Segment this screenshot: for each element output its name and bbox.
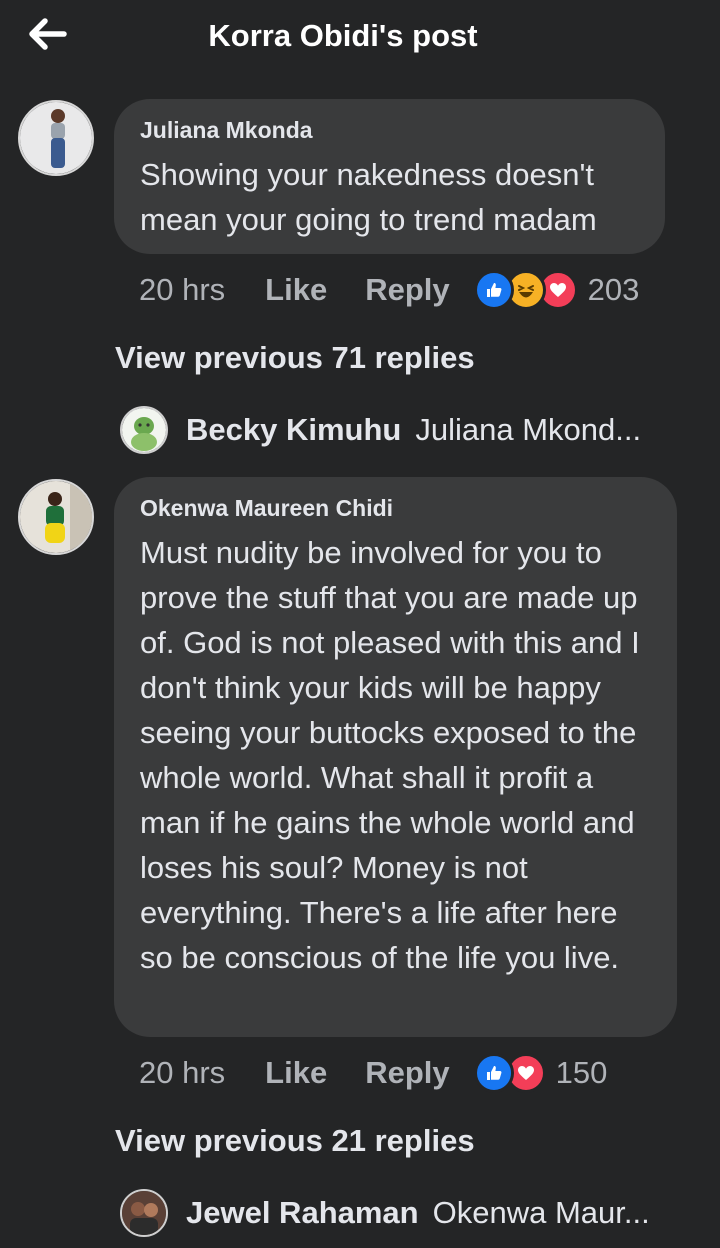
comment-bubble: Okenwa Maureen Chidi Must nudity be invo…	[114, 477, 677, 1037]
comment-bubble: Juliana Mkonda Showing your nakedness do…	[114, 99, 665, 254]
comment-text: Showing your nakedness doesn't mean your…	[140, 157, 597, 237]
avatar	[120, 406, 168, 454]
reply-button[interactable]: Reply	[365, 1055, 449, 1091]
reply-button[interactable]: Reply	[365, 272, 449, 308]
view-previous-replies[interactable]: View previous 21 replies	[115, 1123, 475, 1159]
comment-text: Must nudity be involved for you to prove…	[140, 535, 640, 975]
avatar-photo	[122, 408, 166, 452]
comment-timestamp[interactable]: 20 hrs	[139, 272, 225, 308]
reactions-summary[interactable]: 203	[473, 270, 640, 310]
avatar-photo	[20, 102, 92, 174]
reaction-count: 203	[587, 272, 640, 307]
latest-reply-preview[interactable]: Jewel Rahaman Okenwa Maur...	[120, 1186, 650, 1240]
avatar[interactable]	[18, 100, 94, 176]
comment-timestamp[interactable]: 20 hrs	[139, 1055, 225, 1091]
comment-author[interactable]: Juliana Mkonda	[140, 117, 639, 144]
like-button[interactable]: Like	[265, 272, 327, 308]
comment-author[interactable]: Okenwa Maureen Chidi	[140, 495, 651, 522]
comment-actions: 20 hrs Like Reply 150	[139, 1051, 607, 1095]
reply-snippet: Okenwa Maur...	[432, 1195, 650, 1230]
latest-reply-preview[interactable]: Becky Kimuhu Juliana Mkond...	[120, 403, 641, 457]
top-bar: Korra Obidi's post	[0, 0, 720, 76]
avatar	[120, 1189, 168, 1237]
like-icon	[473, 1053, 514, 1093]
like-button[interactable]: Like	[265, 1055, 327, 1091]
view-previous-replies[interactable]: View previous 71 replies	[115, 340, 475, 376]
avatar[interactable]	[18, 479, 94, 555]
reply-author: Jewel Rahaman	[186, 1195, 419, 1230]
reaction-count: 150	[555, 1055, 608, 1090]
reply-snippet: Juliana Mkond...	[415, 412, 642, 447]
avatar-photo	[20, 481, 92, 553]
like-icon	[473, 270, 514, 310]
avatar-photo	[122, 1191, 166, 1235]
comment-actions: 20 hrs Like Reply 203	[139, 268, 639, 312]
page-title: Korra Obidi's post	[208, 18, 478, 53]
reply-author: Becky Kimuhu	[186, 412, 402, 447]
reactions-summary[interactable]: 150	[473, 1053, 608, 1093]
